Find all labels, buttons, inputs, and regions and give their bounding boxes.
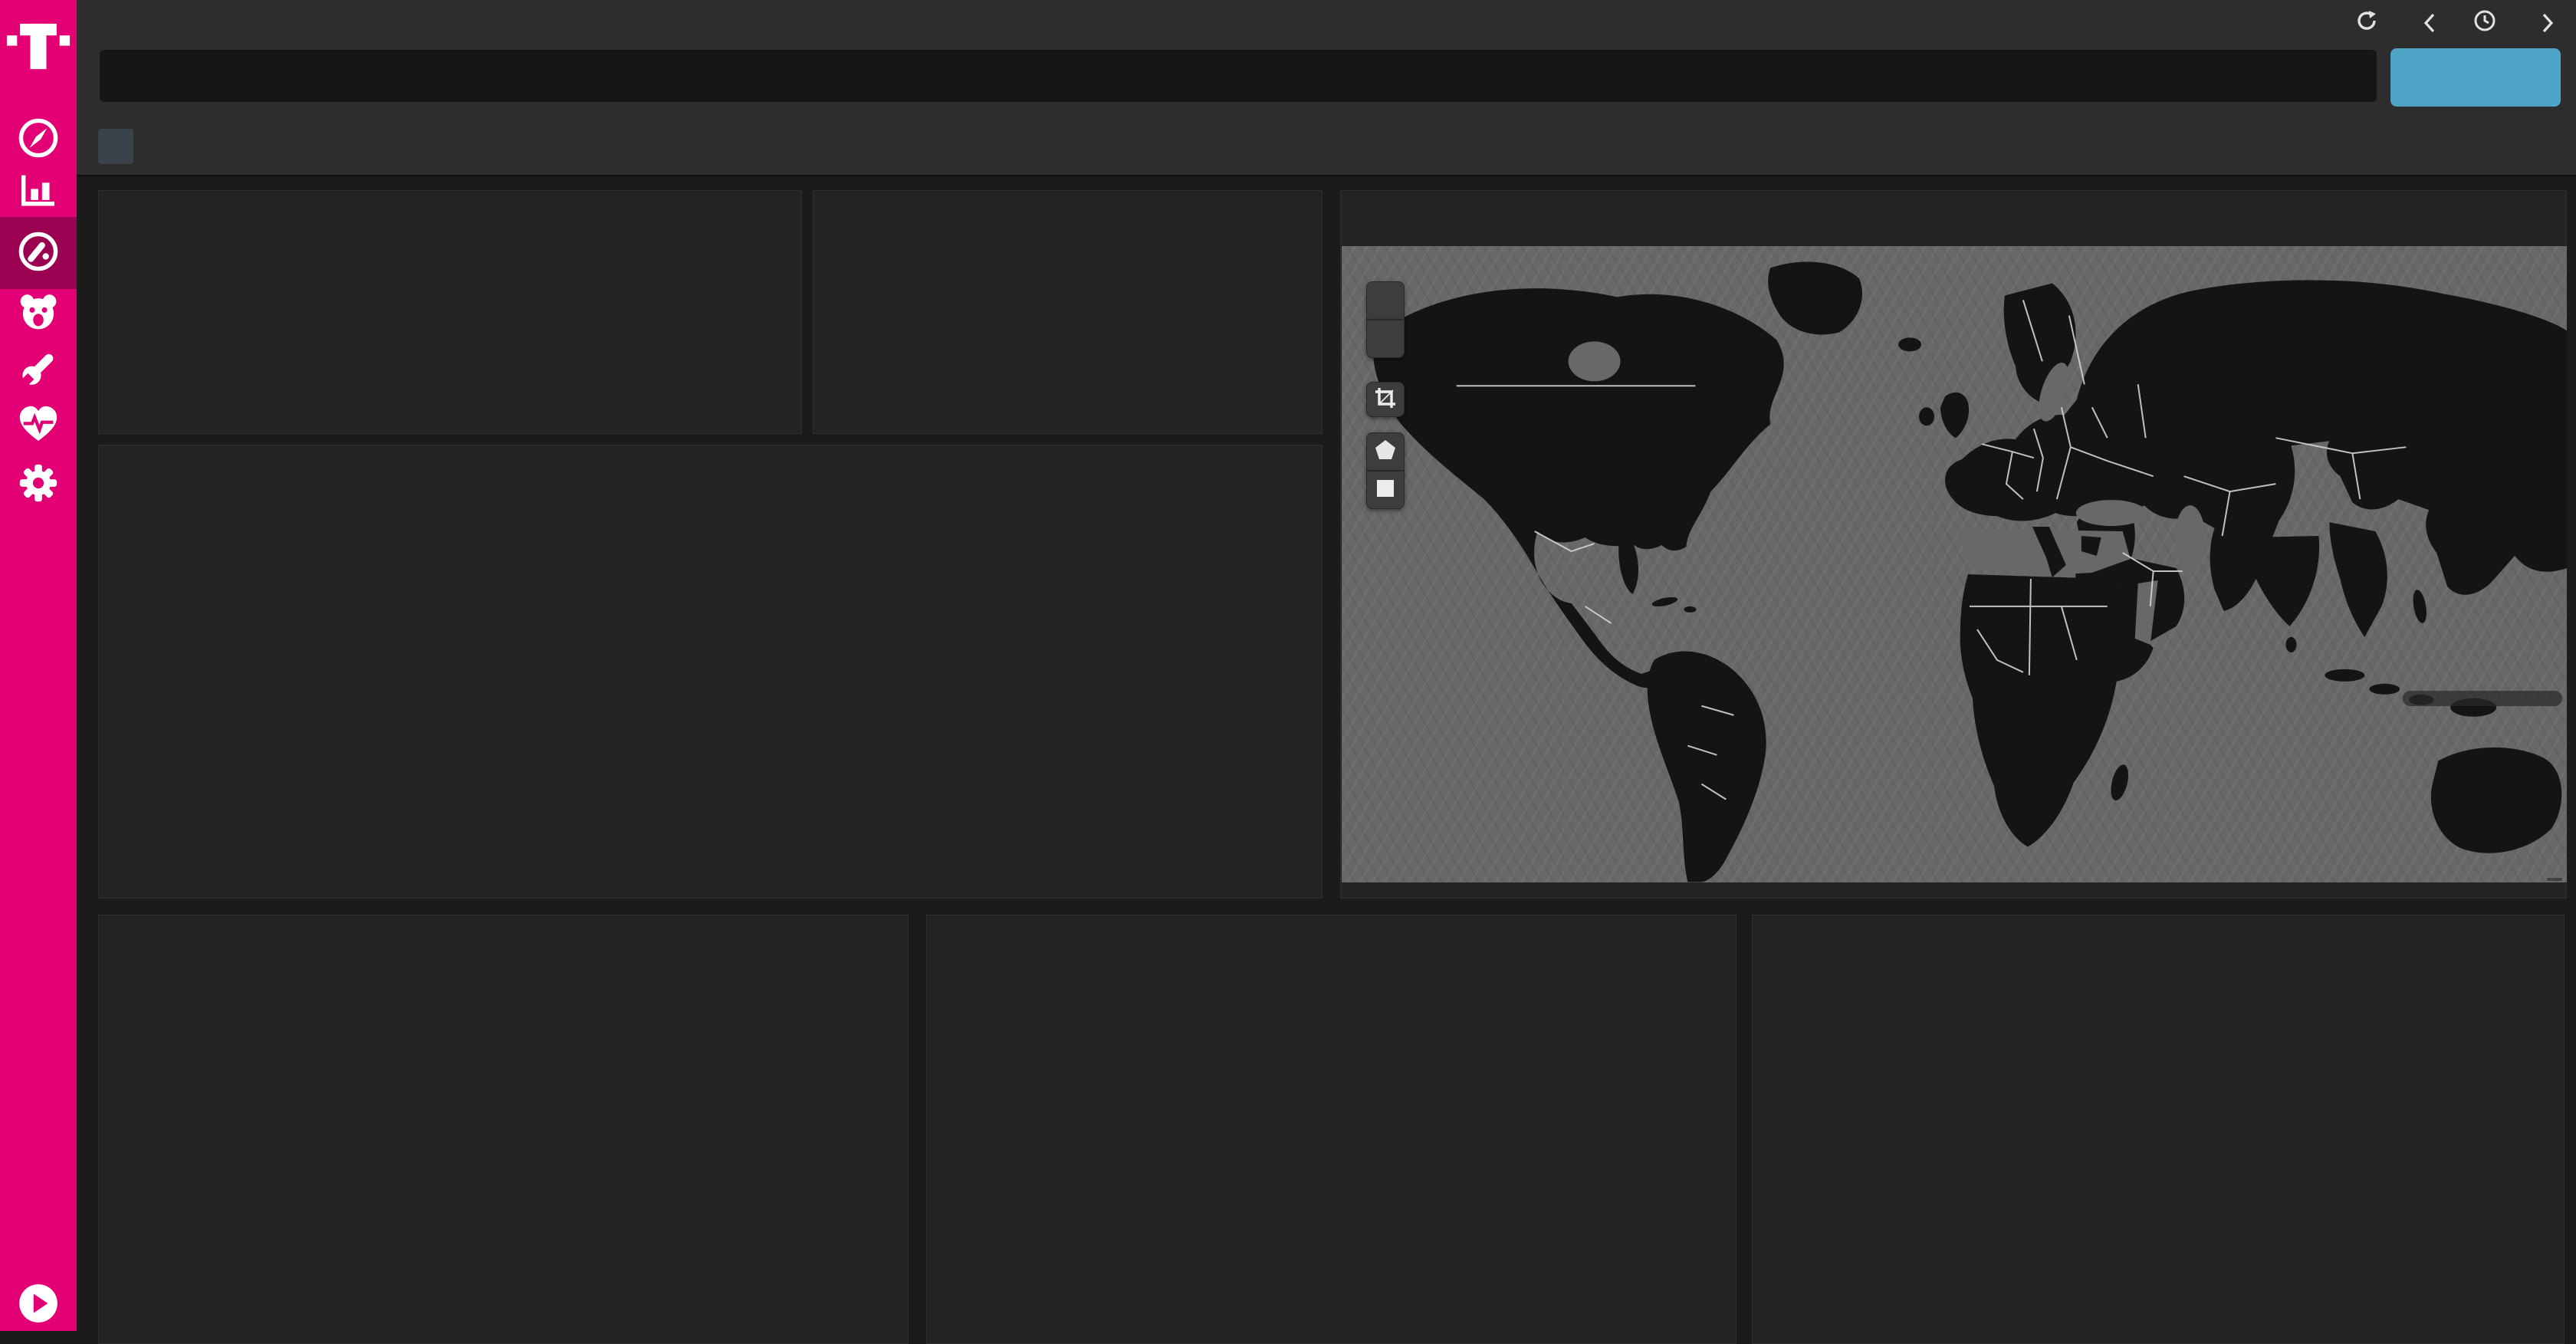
play-circle-icon xyxy=(17,1282,60,1329)
map-fit-bounds-button[interactable] xyxy=(1366,382,1405,417)
panel-attacks-histogram xyxy=(98,445,1322,899)
map-zoom-out-button[interactable] xyxy=(1366,320,1405,358)
panel-src-ip-reputation xyxy=(98,915,909,1344)
sidebar-item-management[interactable] xyxy=(0,460,77,509)
sidebar-item-monitoring[interactable] xyxy=(0,402,77,451)
compass-icon xyxy=(16,116,61,164)
heartbeat-icon xyxy=(16,403,61,451)
by-country-donut-chart xyxy=(927,915,1736,1343)
time-range-picker[interactable] xyxy=(2473,9,2504,38)
bar-chart-icon xyxy=(16,168,61,216)
attack-map[interactable] xyxy=(1342,246,2567,882)
auto-refresh-button[interactable] xyxy=(2355,9,2386,38)
refresh-button[interactable] xyxy=(2390,48,2561,107)
crop-icon xyxy=(1374,386,1397,413)
query-input[interactable] xyxy=(100,50,2377,102)
refresh-cycle-icon xyxy=(2355,9,2378,38)
panel-attack-map xyxy=(1340,190,2567,899)
bear-face-icon xyxy=(16,289,61,337)
top-navigation xyxy=(77,0,2576,46)
panel-attacks-metric xyxy=(813,190,1322,434)
map-draw-rectangle-button[interactable] xyxy=(1366,471,1405,509)
attacks-bar-chart xyxy=(99,191,801,433)
attacks-histogram-chart xyxy=(99,445,1322,898)
by-country-area-chart xyxy=(1753,915,2564,1343)
time-back-button[interactable] xyxy=(2421,12,2438,35)
query-bar xyxy=(77,46,2576,111)
top-menu xyxy=(2214,9,2556,38)
sidebar-item-visualize[interactable] xyxy=(0,167,77,216)
rectangle-icon xyxy=(1374,477,1397,504)
sidebar-item-devtools[interactable] xyxy=(0,345,77,394)
world-map xyxy=(1342,246,2567,882)
panel-attacks-bar xyxy=(98,190,802,434)
sidebar xyxy=(0,0,77,1331)
gauge-icon xyxy=(16,229,61,278)
telekom-logo xyxy=(5,6,71,72)
time-forward-button[interactable] xyxy=(2539,12,2556,35)
map-attribution xyxy=(2547,878,2562,881)
map-draw-polygon-button[interactable] xyxy=(1366,432,1405,471)
sidebar-item-discover[interactable] xyxy=(0,115,77,164)
sidebar-collapse-button[interactable] xyxy=(0,1282,77,1328)
panel-attacks-by-country-histogram xyxy=(1752,915,2564,1344)
panel-attacks-by-country xyxy=(926,915,1737,1344)
gear-icon xyxy=(16,461,61,509)
map-count-legend xyxy=(2403,691,2562,706)
filter-bar xyxy=(77,111,2576,176)
map-zoom-in-button[interactable] xyxy=(1366,281,1405,320)
polygon-icon xyxy=(1374,439,1397,465)
sidebar-item-dashboard[interactable] xyxy=(0,217,77,289)
wrench-icon xyxy=(16,346,61,394)
reputation-donut-chart xyxy=(99,915,908,1343)
sidebar-item-timelion[interactable] xyxy=(0,288,77,337)
clock-icon xyxy=(2473,9,2496,38)
add-filter-button[interactable] xyxy=(98,129,133,164)
